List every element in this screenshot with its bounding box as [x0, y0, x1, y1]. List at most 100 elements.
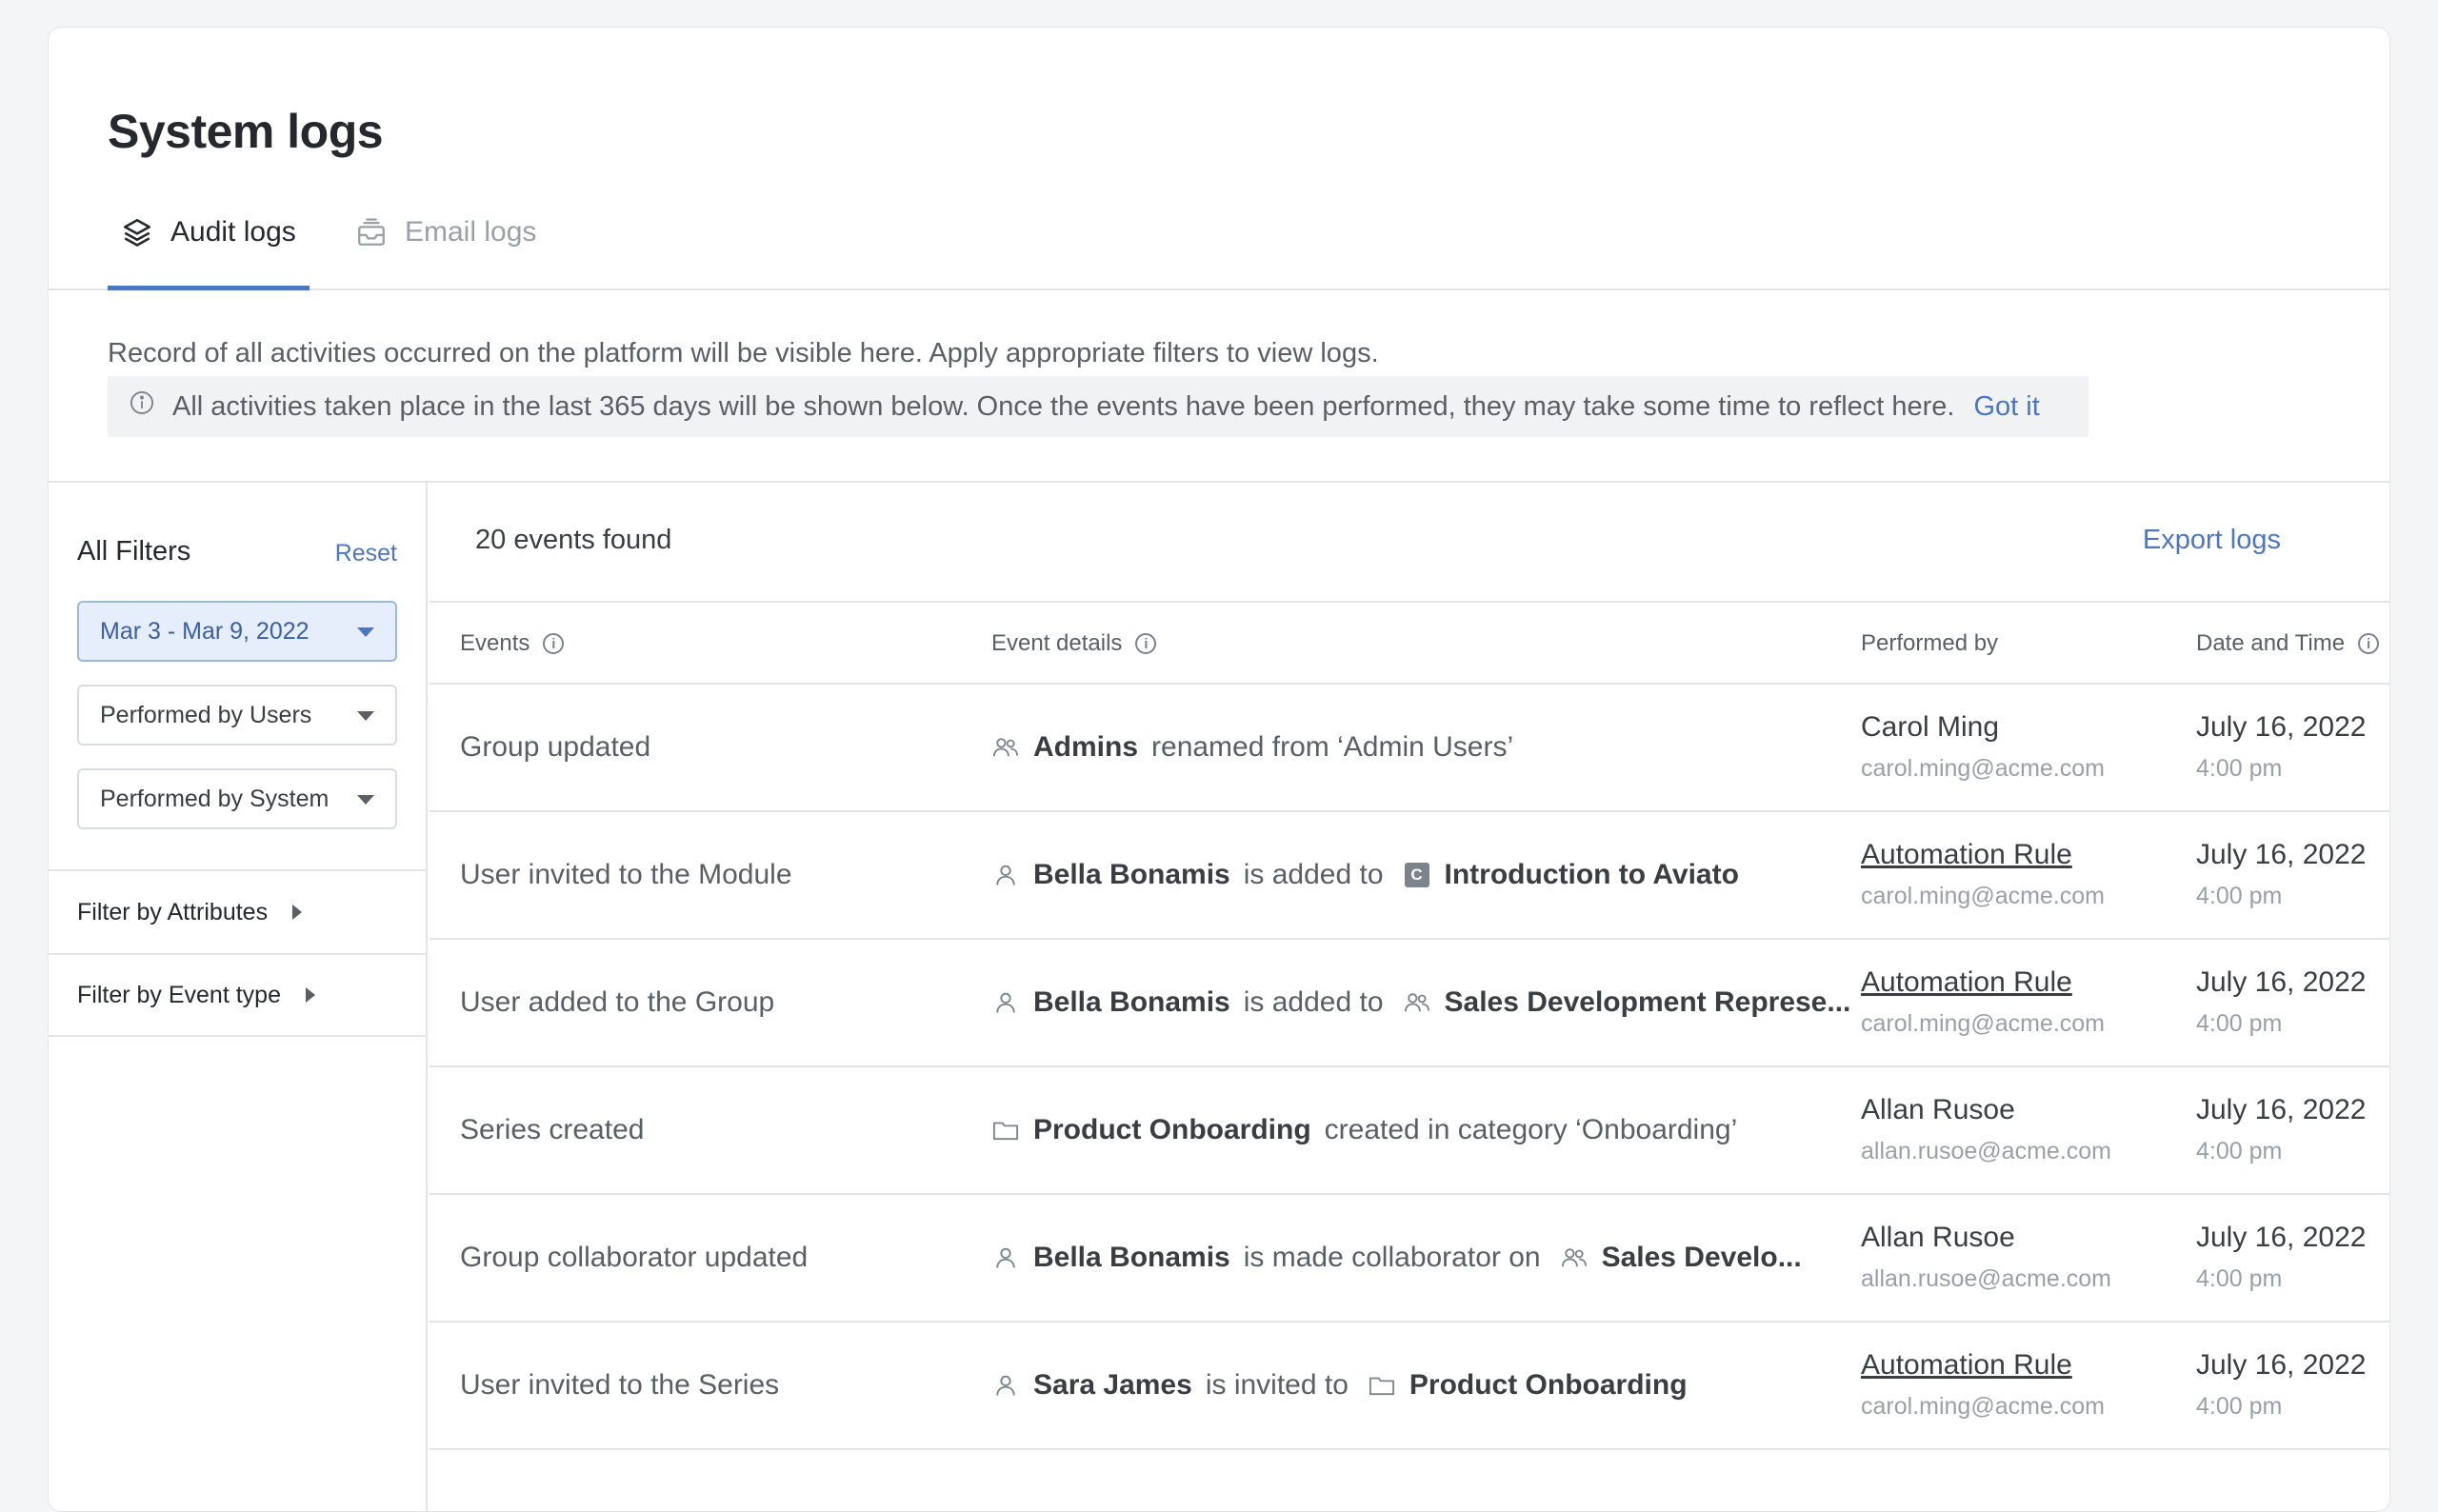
tab-audit-logs[interactable]: Audit logs [108, 216, 310, 290]
event-details: Bella Bonamis is added to Sales Developm… [991, 940, 1850, 1065]
performer-link[interactable]: Automation Rule [1861, 966, 2105, 999]
user-icon [991, 1371, 1020, 1400]
chevron-right-icon [305, 987, 315, 1003]
performer-email: allan.rusoe@acme.com [1861, 1265, 2111, 1292]
table-row[interactable]: User added to the Group Bella Bonamis is… [430, 940, 2389, 1067]
group-icon [991, 733, 1020, 762]
column-header-performed-by: Performed by [1861, 603, 1998, 685]
reset-filters-button[interactable]: Reset [335, 540, 397, 567]
performer-link[interactable]: Automation Rule [1861, 1349, 2105, 1382]
event-object: Sales Development Represe... [1444, 986, 1851, 1018]
info-icon[interactable]: i [543, 633, 565, 654]
event-name: User invited to the Module [460, 859, 792, 890]
performer-name: Carol Ming [1861, 711, 2000, 743]
performer-name: Allan Rusoe [1861, 1094, 2015, 1125]
filter-by-attributes[interactable]: Filter by Attributes [49, 869, 426, 953]
chevron-down-icon [357, 627, 374, 637]
tab-label: Audit logs [170, 216, 296, 248]
info-icon[interactable]: i [2358, 633, 2380, 654]
event-date: July 16, 2022 [2196, 711, 2367, 743]
chevron-down-icon [357, 795, 374, 805]
performer-email: carol.ming@acme.com [1861, 1393, 2106, 1420]
performed-by: Allan Rusoe allan.rusoe@acme.com [1861, 1094, 2111, 1165]
column-label: Event details [991, 630, 1123, 656]
event-details: Product Onboarding created in category ‘… [991, 1067, 1737, 1193]
folder-icon [991, 1116, 1020, 1144]
event-name: User invited to the Series [460, 1369, 780, 1401]
info-banner: All activities taken place in the last 3… [108, 376, 2088, 437]
banner-text: All activities taken place in the last 3… [172, 390, 1955, 422]
event-object: Product Onboarding [1409, 1369, 1688, 1401]
tab-email-logs[interactable]: Email logs [355, 216, 536, 290]
column-header-event-details: Event details i [991, 603, 1157, 685]
table-row[interactable]: Series created Product Onboarding create… [430, 1067, 2389, 1195]
performer-link[interactable]: Automation Rule [1861, 839, 2105, 871]
filter-by-event-type[interactable]: Filter by Event type [49, 953, 426, 1037]
event-details: Admins renamed from ‘Admin Users’ [991, 685, 1513, 810]
performed-by-users-select[interactable]: Performed by Users [77, 685, 397, 746]
event-time: 4:00 pm [2196, 755, 2283, 782]
event-subject: Product Onboarding [1033, 1114, 1311, 1145]
event-action-text: is made collaborator on [1243, 1242, 1541, 1273]
performer-email: carol.ming@acme.com [1861, 755, 2106, 782]
group-icon [1560, 1243, 1589, 1272]
event-date: July 16, 2022 [2196, 839, 2367, 870]
performed-by: Carol Ming carol.ming@acme.com [1861, 711, 2105, 783]
event-name: Series created [460, 1114, 645, 1145]
event-action-text: is added to [1243, 986, 1384, 1018]
system-logs-card: System logs Audit logs Email logs Record… [48, 27, 2390, 1512]
event-date: July 16, 2022 [2196, 1349, 2367, 1381]
user-icon [991, 861, 1020, 889]
date-range-select[interactable]: Mar 3 - Mar 9, 2022 [77, 601, 397, 662]
event-object: Sales Develo... [1601, 1242, 1802, 1273]
event-subject: Bella Bonamis [1033, 1242, 1230, 1273]
performer-email: carol.ming@acme.com [1861, 1010, 2106, 1037]
table-row[interactable]: User invited to the Module Bella Bonamis… [430, 812, 2389, 940]
event-time: 4:00 pm [2196, 1265, 2283, 1292]
performed-by: Automation Rule carol.ming@acme.com [1861, 966, 2105, 1038]
filters-title: All Filters [77, 536, 191, 567]
info-icon[interactable]: i [1135, 633, 1157, 654]
performed-by: Allan Rusoe allan.rusoe@acme.com [1861, 1222, 2111, 1293]
performed-by-users-value: Performed by Users [100, 701, 312, 728]
info-icon [129, 389, 155, 424]
column-label: Date and Time [2196, 630, 2346, 656]
event-details: Bella Bonamis is added to C Introduction… [991, 812, 1739, 938]
event-name: Group collaborator updated [460, 1242, 809, 1273]
event-action-text: created in category ‘Onboarding’ [1324, 1114, 1738, 1145]
date-time: July 16, 2022 4:00 pm [2196, 1094, 2366, 1165]
event-action-text: is added to [1243, 859, 1384, 890]
performer-name: Allan Rusoe [1861, 1222, 2015, 1253]
performed-by: Automation Rule carol.ming@acme.com [1861, 839, 2105, 910]
folder-icon [1368, 1371, 1396, 1400]
tab-bar: Audit logs Email logs [49, 188, 2389, 290]
event-name: Group updated [460, 731, 651, 763]
event-object: Introduction to Aviato [1444, 859, 1739, 890]
event-action-text: renamed from ‘Admin Users’ [1151, 731, 1514, 763]
inbox-icon [355, 216, 388, 249]
date-time: July 16, 2022 4:00 pm [2196, 839, 2366, 910]
performed-by-system-select[interactable]: Performed by System [77, 768, 397, 829]
performed-by: Automation Rule carol.ming@acme.com [1861, 1349, 2105, 1421]
event-details: Bella Bonamis is made collaborator on Sa… [991, 1195, 1802, 1321]
table-row[interactable]: Group updated Admins renamed from ‘Admin… [430, 685, 2389, 812]
event-subject: Sara James [1033, 1369, 1192, 1401]
event-details: Sara James is invited to Product Onboard… [991, 1323, 1688, 1448]
logs-main: 20 events found Export logs Events i Eve… [430, 483, 2389, 1511]
export-logs-button[interactable]: Export logs [2143, 525, 2281, 556]
table-header: Events i Event details i Performed by Da… [430, 601, 2389, 685]
event-subject: Bella Bonamis [1033, 986, 1230, 1018]
table-row[interactable]: Group collaborator updated Bella Bonamis… [430, 1195, 2389, 1323]
chevron-right-icon [292, 905, 303, 920]
date-time: July 16, 2022 4:00 pm [2196, 1222, 2366, 1293]
event-subject: Bella Bonamis [1033, 859, 1230, 890]
got-it-button[interactable]: Got it [1974, 391, 2040, 423]
performer-email: allan.rusoe@acme.com [1861, 1138, 2111, 1164]
group-icon [1403, 988, 1431, 1017]
event-action-text: is invited to [1205, 1369, 1349, 1401]
column-label: Events [460, 630, 530, 656]
filter-section-label: Filter by Event type [77, 981, 281, 1008]
chevron-down-icon [357, 711, 374, 721]
event-subject: Admins [1033, 731, 1139, 763]
table-row[interactable]: User invited to the Series Sara James is… [430, 1323, 2389, 1450]
